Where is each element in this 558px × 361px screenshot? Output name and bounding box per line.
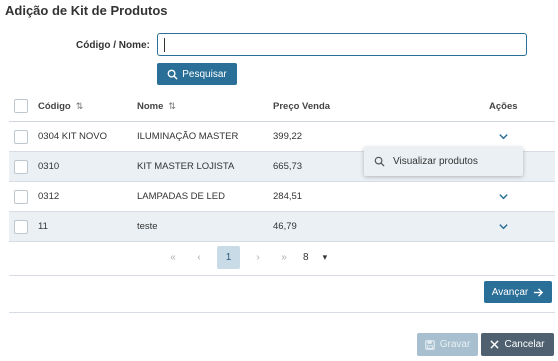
table-row[interactable]: 0312 LAMPADAS DE LED 284,51 — [9, 182, 555, 212]
next-page-icon[interactable]: › — [245, 252, 271, 263]
row-checkbox[interactable] — [14, 129, 28, 144]
cell-preco: 665,73 — [273, 161, 303, 172]
dialog-title: Adição de Kit de Produtos — [5, 3, 168, 18]
cancel-button[interactable]: Cancelar — [481, 333, 554, 356]
current-page-button[interactable]: 1 — [217, 246, 240, 269]
cell-nome: ILUMINAÇÃO MASTER — [137, 131, 239, 142]
row-checkbox[interactable] — [14, 189, 28, 204]
chevron-down-icon — [499, 224, 508, 230]
save-button-label: Gravar — [439, 339, 471, 350]
search-label: Código / Nome: — [76, 40, 150, 51]
cell-codigo: 0310 — [38, 161, 60, 172]
last-page-icon[interactable]: » — [271, 252, 297, 263]
search-button[interactable]: Pesquisar — [157, 63, 237, 85]
menu-item-label: Visualizar produtos — [393, 156, 478, 167]
select-all-checkbox[interactable] — [14, 99, 28, 113]
chevron-down-icon — [499, 194, 508, 200]
search-input[interactable] — [157, 33, 527, 56]
row-checkbox[interactable] — [14, 219, 28, 234]
arrow-right-icon — [534, 287, 544, 297]
sort-icon: ⇅ — [75, 100, 84, 111]
row-checkbox[interactable] — [14, 159, 28, 174]
chevron-down-icon — [499, 134, 508, 140]
table-row[interactable]: 11 teste 46,79 — [9, 212, 555, 242]
cell-codigo: 11 — [38, 221, 48, 232]
first-page-icon[interactable]: « — [160, 252, 186, 263]
column-header-acoes: Ações — [489, 100, 518, 112]
visualizar-produtos-menu-item[interactable]: Visualizar produtos — [364, 147, 523, 176]
cell-nome: LAMPADAS DE LED — [137, 191, 225, 202]
row-actions-toggle[interactable] — [498, 182, 509, 211]
search-button-label: Pesquisar — [182, 68, 227, 80]
save-icon — [425, 339, 435, 350]
cell-nome: KIT MASTER LOJISTA — [137, 161, 235, 172]
cell-preco: 46,79 — [273, 221, 297, 232]
close-icon — [490, 340, 500, 349]
search-icon — [374, 156, 385, 167]
divider — [9, 275, 555, 276]
chevron-down-icon[interactable]: ▾ — [323, 252, 328, 263]
next-button-label: Avançar — [491, 286, 529, 298]
cell-nome: teste — [137, 221, 158, 232]
cell-codigo: 0304 KIT NOVO — [38, 131, 107, 142]
text-caret — [164, 38, 165, 52]
prev-page-icon[interactable]: ‹ — [186, 252, 212, 263]
cancel-button-label: Cancelar — [504, 339, 545, 350]
save-button[interactable]: Gravar — [417, 333, 478, 356]
cell-codigo: 0312 — [38, 191, 60, 202]
sort-icon: ⇅ — [168, 100, 176, 111]
column-header-codigo[interactable]: Código ⇅ — [38, 91, 83, 121]
pagination: « ‹ 1 › » 8 ▾ — [160, 246, 327, 269]
cell-preco: 399,22 — [273, 131, 303, 142]
cell-preco: 284,51 — [273, 191, 303, 202]
next-button[interactable]: Avançar — [484, 281, 552, 303]
row-actions-toggle[interactable] — [498, 212, 509, 241]
column-header-nome[interactable]: Nome ⇅ — [137, 91, 176, 121]
table-header: Código ⇅ Nome ⇅ Preço Venda Ações — [9, 91, 555, 122]
divider — [9, 312, 555, 313]
column-header-preco: Preço Venda — [273, 100, 331, 112]
search-icon — [167, 69, 178, 80]
page-size-select[interactable]: 8 — [303, 252, 309, 263]
